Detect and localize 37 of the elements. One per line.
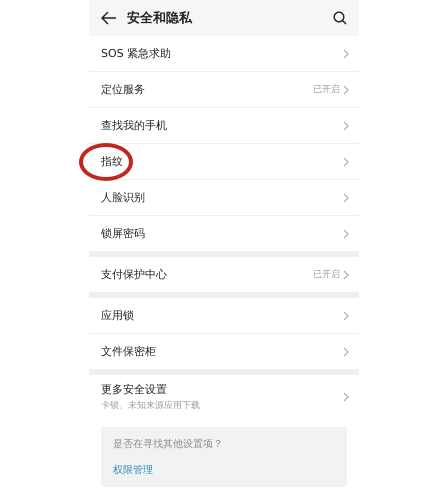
chevron-icon — [343, 120, 349, 130]
item-label: 锁屏密码 — [101, 226, 146, 241]
chevron-icon — [343, 192, 349, 202]
page-title: 安全和隐私 — [127, 10, 194, 27]
item-label: 文件保密柜 — [101, 344, 157, 359]
item-label: 应用锁 — [101, 308, 135, 323]
item-status: 已开启 — [313, 268, 340, 281]
settings-item[interactable]: SOS 紧急求助 — [89, 36, 359, 72]
settings-item[interactable]: 定位服务 已开启 — [89, 72, 359, 108]
settings-item[interactable]: 应用锁 — [89, 298, 359, 334]
item-label: 查找我的手机 — [101, 118, 168, 133]
chevron-icon — [343, 228, 349, 238]
item-label: 更多安全设置 — [101, 382, 168, 397]
settings-item[interactable]: 锁屏密码 — [89, 216, 359, 251]
chevron-icon — [343, 48, 349, 58]
back-icon[interactable] — [101, 11, 117, 25]
settings-item[interactable]: 更多安全设置 卡锁、未知来源应用下载 — [89, 375, 359, 419]
chevron-icon — [343, 270, 349, 280]
chevron-icon — [343, 156, 349, 166]
item-label: 人脸识别 — [101, 190, 146, 205]
chevron-icon — [343, 392, 349, 402]
chevron-icon — [343, 346, 349, 356]
item-label: SOS 紧急求助 — [101, 46, 172, 61]
settings-item[interactable]: 指纹 — [89, 144, 359, 180]
settings-item[interactable]: 人脸识别 — [89, 180, 359, 216]
item-label: 指纹 — [101, 154, 124, 169]
chevron-icon — [343, 84, 349, 94]
chevron-icon — [343, 310, 349, 320]
settings-item[interactable]: 支付保护中心 已开启 — [89, 257, 359, 292]
search-icon[interactable] — [333, 11, 347, 25]
item-label: 定位服务 — [101, 82, 146, 97]
settings-item[interactable]: 查找我的手机 — [89, 108, 359, 144]
settings-item[interactable]: 文件保密柜 — [89, 334, 359, 369]
item-subtitle: 卡锁、未知来源应用下载 — [101, 400, 201, 412]
suggestion-question: 是否在寻找其他设置项？ — [113, 438, 224, 451]
item-status: 已开启 — [313, 84, 340, 96]
item-label: 支付保护中心 — [101, 267, 168, 282]
